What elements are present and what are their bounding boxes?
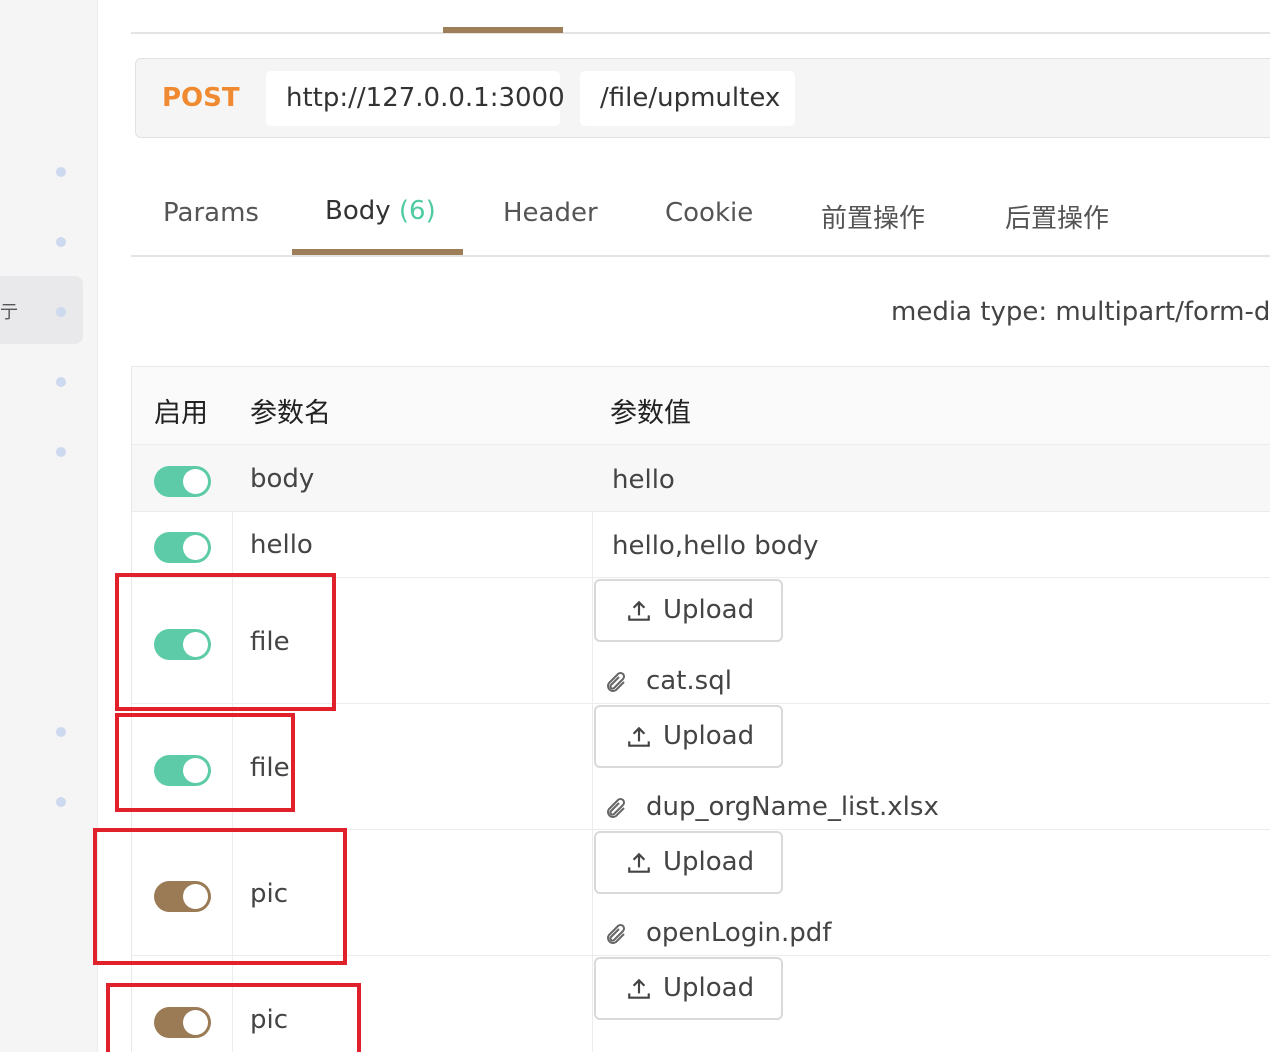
tab-header[interactable]: Header — [503, 198, 598, 228]
upload-label: Upload — [663, 973, 755, 1003]
table-row: file Upload dup_orgName_list.xlsx — [132, 704, 1270, 830]
top-tab-active-indicator — [443, 27, 563, 33]
header-param-name: 参数名 — [250, 398, 331, 429]
enable-toggle[interactable] — [154, 466, 211, 497]
top-tabs — [131, 0, 1270, 34]
attached-file-name[interactable]: cat.sql — [646, 666, 732, 696]
sidebar-item-active[interactable]: 亍 — [0, 276, 83, 344]
table-row: hello hello,hello body — [132, 512, 1270, 578]
highlight-box — [93, 828, 347, 965]
sidebar-item-label: 亍 — [0, 302, 18, 323]
enable-toggle[interactable] — [154, 532, 211, 563]
sidebar-dot-icon — [56, 307, 66, 317]
tab-body-label: Body — [325, 196, 391, 226]
url-host-field[interactable]: http://127.0.0.1:3000 — [266, 71, 565, 126]
sidebar-item[interactable] — [0, 698, 83, 766]
upload-icon — [628, 852, 650, 873]
tab-params[interactable]: Params — [163, 198, 259, 228]
highlight-box — [106, 983, 361, 1052]
param-name[interactable]: body — [250, 464, 314, 494]
paperclip-icon — [607, 671, 626, 692]
header-param-value: 参数值 — [610, 398, 691, 429]
sidebar-dot-icon — [56, 447, 66, 457]
param-value[interactable]: hello — [612, 465, 675, 495]
tab-body[interactable]: Body (6) — [325, 196, 436, 226]
upload-icon — [628, 600, 650, 621]
toggle-knob — [183, 535, 208, 560]
param-value[interactable]: hello,hello body — [612, 531, 819, 561]
attached-file-name[interactable]: dup_orgName_list.xlsx — [646, 792, 939, 822]
upload-label: Upload — [663, 721, 755, 751]
upload-button[interactable]: Upload — [594, 579, 783, 642]
table-row: body hello — [132, 445, 1270, 512]
sidebar-dot-icon — [56, 727, 66, 737]
sidebar-item[interactable] — [0, 418, 83, 486]
sidebar: 亍 — [0, 0, 98, 1052]
url-path-field[interactable]: /file/upmultex — [580, 71, 795, 126]
tab-pre-operations[interactable]: 前置操作 — [821, 198, 925, 235]
sidebar-item[interactable] — [0, 138, 83, 206]
request-sub-tabs: Params Body (6) Header Cookie 前置操作 后置操作 — [131, 172, 1270, 257]
http-method[interactable]: POST — [162, 83, 240, 113]
param-name[interactable]: hello — [250, 530, 313, 560]
upload-button[interactable]: Upload — [594, 831, 783, 894]
upload-label: Upload — [663, 595, 755, 625]
header-enabled: 启用 — [154, 398, 208, 429]
tab-cookie[interactable]: Cookie — [665, 198, 753, 228]
highlight-box — [115, 573, 336, 711]
upload-icon — [628, 726, 650, 747]
sidebar-dot-icon — [56, 167, 66, 177]
upload-button[interactable]: Upload — [594, 705, 783, 768]
request-url-bar: POST http://127.0.0.1:3000 /file/upmulte… — [135, 58, 1270, 138]
paperclip-icon — [607, 797, 626, 818]
sidebar-item[interactable] — [0, 768, 83, 836]
tab-body-count: (6) — [398, 196, 436, 226]
upload-label: Upload — [663, 847, 755, 877]
sidebar-dot-icon — [56, 237, 66, 247]
highlight-box — [115, 713, 295, 812]
toggle-knob — [183, 469, 208, 494]
tab-active-indicator — [292, 249, 463, 255]
sidebar-item[interactable] — [0, 348, 83, 416]
media-type-label: media type: multipart/form-data — [891, 297, 1270, 327]
paperclip-icon — [607, 923, 626, 944]
sidebar-dot-icon — [56, 377, 66, 387]
upload-icon — [628, 978, 650, 999]
tab-post-operations[interactable]: 后置操作 — [1005, 198, 1109, 235]
sidebar-item[interactable] — [0, 208, 83, 276]
table-header: 启用 参数名 参数值 — [132, 367, 1270, 445]
attached-file-name[interactable]: openLogin.pdf — [646, 918, 831, 948]
sidebar-dot-icon — [56, 797, 66, 807]
upload-button[interactable]: Upload — [594, 957, 783, 1020]
